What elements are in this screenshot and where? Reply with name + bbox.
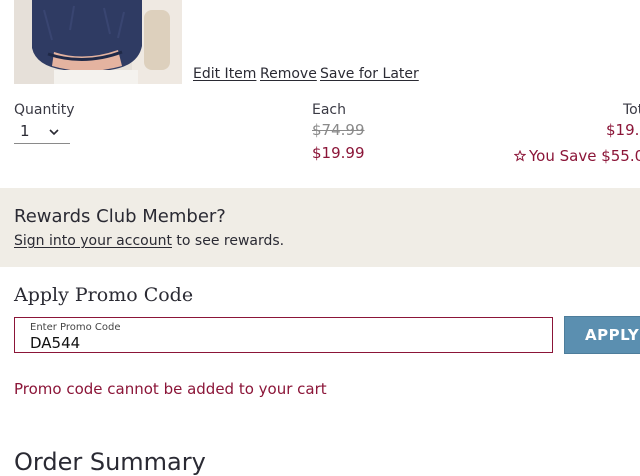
remove-item-link[interactable]: Remove <box>260 66 317 82</box>
quantity-select[interactable]: 1 <box>14 121 70 144</box>
rewards-banner <box>0 188 640 267</box>
total-label: Tot <box>623 102 640 118</box>
original-price: $74.99 <box>312 121 365 139</box>
sign-in-link[interactable]: Sign into your account <box>14 233 172 249</box>
edit-item-link[interactable]: Edit Item <box>193 66 256 82</box>
you-save-text: You Save $55.0 <box>513 147 640 165</box>
quantity-label: Quantity <box>14 102 75 118</box>
chevron-down-icon <box>48 124 60 142</box>
promo-code-input[interactable] <box>30 334 530 352</box>
promo-code-field[interactable]: Enter Promo Code <box>14 317 553 353</box>
quantity-value: 1 <box>20 122 30 140</box>
rewards-suffix: to see rewards. <box>171 233 285 249</box>
promo-field-label: Enter Promo Code <box>30 322 121 333</box>
save-for-later-link[interactable]: Save for Later <box>320 66 419 82</box>
rewards-title: Rewards Club Member? <box>14 206 226 227</box>
product-image <box>14 0 182 84</box>
each-label: Each <box>312 102 346 118</box>
rewards-text: Sign into your account to see rewards. <box>14 233 284 249</box>
promo-error-message: Promo code cannot be added to your cart <box>14 380 327 398</box>
total-price: $19.9 <box>606 121 640 139</box>
promo-title: Apply Promo Code <box>14 284 194 306</box>
star-outline-icon <box>513 149 527 162</box>
you-save-amount: You Save $55.0 <box>529 147 640 165</box>
apply-button[interactable]: APPLY <box>564 316 640 354</box>
order-summary-heading: Order Summary <box>14 448 206 476</box>
sale-price: $19.99 <box>312 144 365 162</box>
